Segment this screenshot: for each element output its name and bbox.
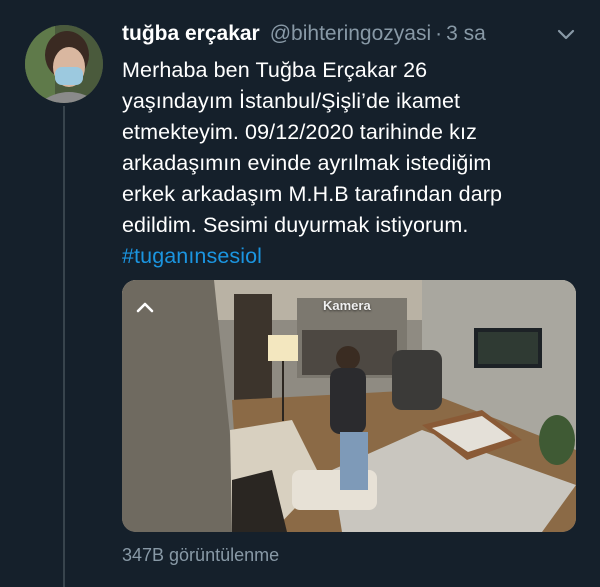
display-name[interactable]: tuğba erçakar [122, 22, 260, 46]
thread-line [63, 106, 65, 587]
tweet-text-line: etmekteyim. 09/12/2020 tarihinde kız [122, 120, 477, 144]
chevron-up-icon[interactable] [134, 300, 156, 316]
tweet-text-line: arkadaşımın evinde ayrılmak istediğim [122, 151, 492, 175]
cctv-scene-image [122, 280, 576, 532]
view-count: 347B görüntülenme [122, 545, 280, 565]
tweet-text-line: erkek arkadaşım M.H.B tarafından darp [122, 182, 503, 206]
chevron-down-icon[interactable] [555, 26, 577, 44]
hashtag-link[interactable]: #tuganınsesiol [122, 241, 577, 272]
user-handle[interactable]: @bihteringozyasi [270, 22, 431, 46]
tweet-text-line: edildim. Sesimi duyurmak istiyorum. [122, 213, 469, 237]
timestamp[interactable]: 3 sa [446, 22, 486, 46]
separator-dot: · [435, 22, 443, 45]
avatar[interactable] [25, 25, 103, 103]
tweet-media-video[interactable]: Kamera [122, 280, 576, 532]
tweet-text: Merhaba ben Tuğba Erçakar 26 yaşındayım … [122, 55, 577, 272]
avatar-image [25, 25, 103, 103]
tweet-header: tuğba erçakar @bihteringozyasi · 3 sa [122, 22, 570, 52]
camera-overlay-label: Kamera [323, 298, 371, 313]
tweet-text-line: yaşındayım İstanbul/Şişli’de ikamet [122, 89, 461, 113]
tweet-text-line: Merhaba ben Tuğba Erçakar 26 [122, 58, 428, 82]
